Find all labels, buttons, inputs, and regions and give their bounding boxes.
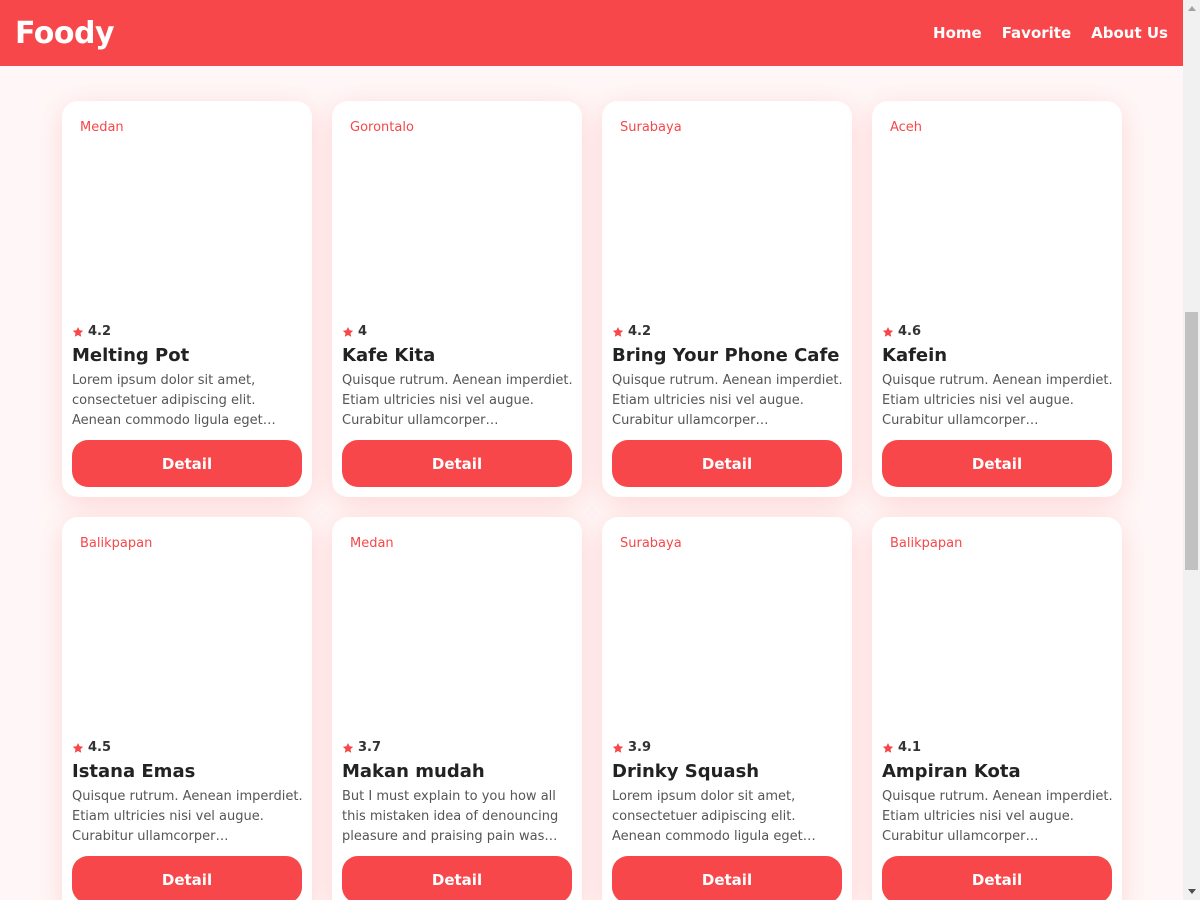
- restaurant-description: Lorem ipsum dolor sit amet, consectetuer…: [72, 373, 276, 428]
- rating-value: 3.7: [358, 740, 382, 755]
- restaurant-image: [612, 147, 842, 317]
- restaurant-city: Surabaya: [620, 536, 682, 551]
- star-icon: [342, 742, 354, 754]
- restaurant-list: Medan 4.2 Melting Pot Lorem ipsum dolor …: [0, 66, 1183, 900]
- scroll-down-arrow-icon[interactable]: [1183, 883, 1200, 900]
- restaurant-description: Quisque rutrum. Aenean imperdiet. Etiam …: [612, 373, 843, 428]
- restaurant-name: Istana Emas: [72, 761, 196, 782]
- restaurant-image: [342, 147, 572, 317]
- restaurant-card: Medan 3.7 Makan mudah But I must explain…: [332, 517, 582, 900]
- restaurant-rating: 3.7: [342, 740, 381, 755]
- detail-button[interactable]: Detail: [342, 856, 572, 900]
- restaurant-name: Makan mudah: [342, 761, 485, 782]
- restaurant-city: Balikpapan: [890, 536, 963, 551]
- restaurant-rating: 4.2: [72, 324, 111, 339]
- restaurant-name: Drinky Squash: [612, 761, 760, 782]
- restaurant-name: Kafe Kita: [342, 345, 436, 366]
- restaurant-image: [882, 147, 1112, 317]
- restaurant-image: [72, 563, 302, 733]
- restaurant-card: Gorontalo 4 Kafe Kita Quisque rutrum. Ae…: [332, 101, 582, 497]
- restaurant-rating: 4.2: [612, 324, 651, 339]
- restaurant-description: Lorem ipsum dolor sit amet, consectetuer…: [612, 789, 816, 844]
- vertical-scrollbar[interactable]: [1183, 0, 1200, 900]
- restaurant-image: [882, 563, 1112, 733]
- restaurant-name: Ampiran Kota: [882, 761, 1021, 782]
- star-icon: [882, 326, 894, 338]
- restaurant-description: Quisque rutrum. Aenean imperdiet. Etiam …: [882, 789, 1113, 844]
- rating-value: 3.9: [628, 740, 652, 755]
- star-icon: [72, 326, 84, 338]
- detail-button[interactable]: Detail: [882, 856, 1112, 900]
- restaurant-card: Surabaya 3.9 Drinky Squash Lorem ipsum d…: [602, 517, 852, 900]
- detail-button[interactable]: Detail: [342, 440, 572, 487]
- restaurant-name: Melting Pot: [72, 345, 190, 366]
- restaurant-rating: 4.6: [882, 324, 921, 339]
- detail-button[interactable]: Detail: [612, 856, 842, 900]
- restaurant-image: [72, 147, 302, 317]
- restaurant-grid: Medan 4.2 Melting Pot Lorem ipsum dolor …: [62, 101, 1122, 900]
- restaurant-description: Quisque rutrum. Aenean imperdiet. Etiam …: [882, 373, 1113, 428]
- star-icon: [72, 742, 84, 754]
- star-icon: [342, 326, 354, 338]
- rating-value: 4.6: [898, 324, 922, 339]
- detail-button[interactable]: Detail: [72, 856, 302, 900]
- restaurant-card: Balikpapan 4.5 Istana Emas Quisque rutru…: [62, 517, 312, 900]
- restaurant-image: [612, 563, 842, 733]
- restaurant-city: Medan: [350, 536, 394, 551]
- restaurant-description: But I must explain to you how all this m…: [342, 789, 559, 844]
- rating-value: 4.2: [88, 324, 112, 339]
- app-viewport: Foody Home Favorite About Us Medan 4.2 M…: [0, 0, 1200, 900]
- restaurant-city: Gorontalo: [350, 120, 414, 135]
- detail-button[interactable]: Detail: [72, 440, 302, 487]
- star-icon: [612, 742, 624, 754]
- star-icon: [882, 742, 894, 754]
- restaurant-city: Aceh: [890, 120, 923, 135]
- main-nav: Home Favorite About Us: [933, 18, 1168, 48]
- restaurant-rating: 4.1: [882, 740, 921, 755]
- rating-value: 4.5: [88, 740, 112, 755]
- restaurant-card: Balikpapan 4.1 Ampiran Kota Quisque rutr…: [872, 517, 1122, 900]
- rating-value: 4.1: [898, 740, 922, 755]
- detail-button[interactable]: Detail: [612, 440, 842, 487]
- restaurant-description: Quisque rutrum. Aenean imperdiet. Etiam …: [342, 373, 573, 428]
- rating-value: 4.2: [628, 324, 652, 339]
- top-navbar: Foody Home Favorite About Us: [0, 0, 1183, 66]
- restaurant-image: [342, 563, 572, 733]
- restaurant-city: Balikpapan: [80, 536, 153, 551]
- nav-home-link[interactable]: Home: [933, 18, 982, 48]
- nav-about-link[interactable]: About Us: [1091, 18, 1168, 48]
- restaurant-card: Medan 4.2 Melting Pot Lorem ipsum dolor …: [62, 101, 312, 497]
- restaurant-rating: 4.5: [72, 740, 111, 755]
- restaurant-city: Medan: [80, 120, 124, 135]
- brand-logo[interactable]: Foody: [15, 16, 115, 51]
- restaurant-card: Surabaya 4.2 Bring Your Phone Cafe Quisq…: [602, 101, 852, 497]
- detail-button[interactable]: Detail: [882, 440, 1112, 487]
- restaurant-description: Quisque rutrum. Aenean imperdiet. Etiam …: [72, 789, 303, 844]
- restaurant-city: Surabaya: [620, 120, 682, 135]
- restaurant-rating: 3.9: [612, 740, 651, 755]
- restaurant-name: Kafein: [882, 345, 948, 366]
- restaurant-name: Bring Your Phone Cafe: [612, 345, 840, 366]
- scrollbar-thumb[interactable]: [1185, 312, 1198, 570]
- restaurant-card: Aceh 4.6 Kafein Quisque rutrum. Aenean i…: [872, 101, 1122, 497]
- scroll-up-arrow-icon[interactable]: [1183, 0, 1200, 17]
- restaurant-rating: 4: [342, 324, 367, 339]
- star-icon: [612, 326, 624, 338]
- rating-value: 4: [358, 324, 368, 339]
- nav-favorite-link[interactable]: Favorite: [1002, 18, 1071, 48]
